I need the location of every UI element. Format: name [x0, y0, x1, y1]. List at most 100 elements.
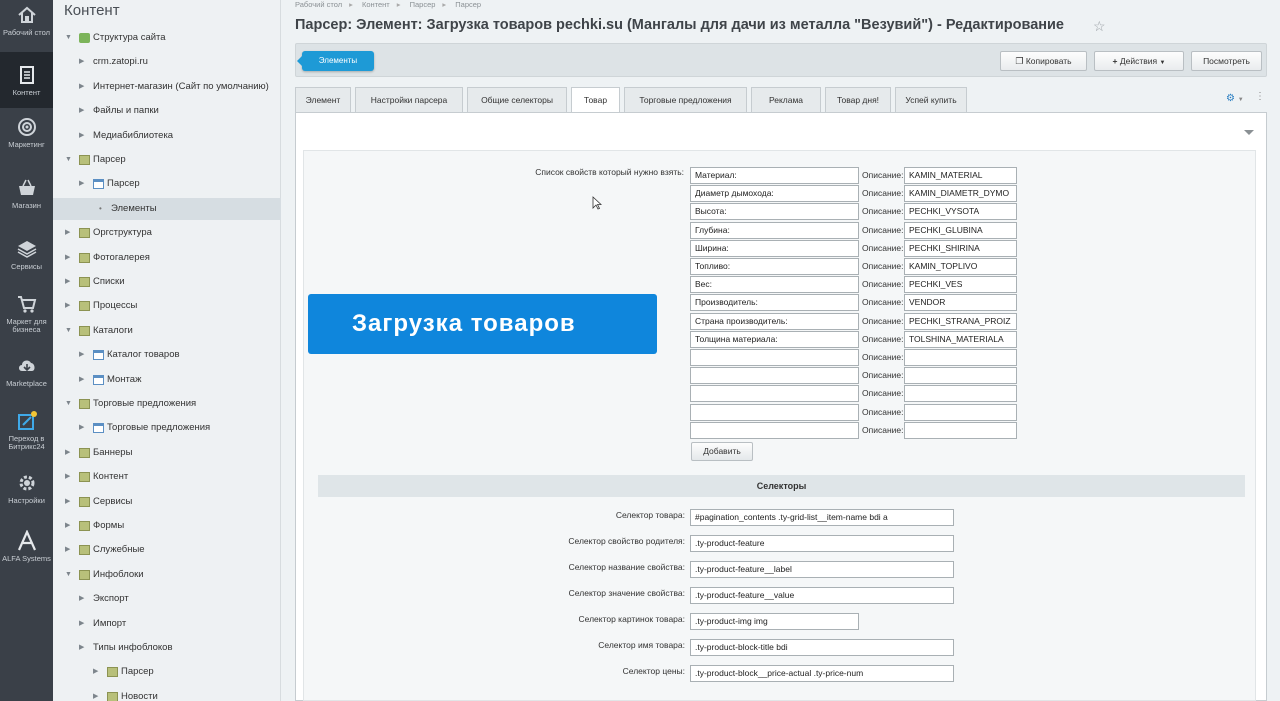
tab-1[interactable]: Настройки парсера	[355, 87, 463, 112]
tree-item[interactable]: ▼ Торговые предложения	[53, 393, 281, 415]
tree-item[interactable]: ▶ Парсер	[53, 661, 281, 683]
tree-item[interactable]: ▶ Новости	[53, 686, 281, 701]
property-name-input[interactable]	[690, 403, 859, 421]
rail-item-alfa[interactable]: ALFA Systems	[0, 530, 53, 578]
rail-item-content[interactable]: Контент	[0, 52, 53, 108]
tab-3[interactable]: Товар	[571, 87, 620, 113]
property-code-input[interactable]	[904, 385, 1017, 403]
add-property-button[interactable]: Добавить	[691, 442, 753, 461]
tree-item[interactable]: ▶ Контент	[53, 466, 281, 488]
breadcrumb-item[interactable]: Контент	[362, 0, 390, 9]
selector-input[interactable]: .ty-product-block__price-actual .ty-pric…	[690, 665, 954, 682]
tab-4[interactable]: Торговые предложения	[624, 87, 747, 112]
tree-item[interactable]: ▼ Парсер	[53, 149, 281, 171]
property-code-input[interactable]: KAMIN_MATERIAL	[904, 167, 1017, 184]
rail-item-shop[interactable]: Магазин	[0, 177, 53, 221]
tree-item[interactable]: ▶ Монтаж	[53, 369, 281, 391]
tree-expand-arrow-icon[interactable]: ▶	[79, 417, 84, 439]
tree-expand-arrow-icon[interactable]: ▶	[79, 344, 84, 366]
tree-item[interactable]: ▼ Каталоги	[53, 320, 281, 342]
actions-button[interactable]: + Действия ▼	[1094, 51, 1184, 71]
tree-expand-arrow-icon[interactable]: ▶	[79, 173, 84, 195]
rail-item-marketing[interactable]: Маркетинг	[0, 116, 53, 160]
collapse-arrow-icon[interactable]	[1244, 130, 1254, 135]
tree-expand-arrow-icon[interactable]: ▼	[65, 27, 72, 49]
property-code-input[interactable]	[904, 367, 1017, 385]
rail-item-marketplace[interactable]: Marketplace	[0, 355, 53, 399]
property-name-input[interactable]	[690, 349, 859, 366]
property-code-input[interactable]: VENDOR	[904, 294, 1017, 312]
tree-expand-arrow-icon[interactable]: ▼	[65, 149, 72, 171]
tree-item[interactable]: ▶ Оргструктура	[53, 222, 281, 244]
tree-item[interactable]: ▶ Каталог товаров	[53, 344, 281, 366]
tree-item[interactable]: ▶ Импорт	[53, 613, 281, 635]
favorite-star-icon[interactable]: ☆	[1093, 18, 1106, 35]
tree-expand-arrow-icon[interactable]: ▶	[79, 76, 84, 98]
property-code-input[interactable]: PECHKI_GLUBINA	[904, 221, 1017, 239]
tree-expand-arrow-icon[interactable]: ▶	[65, 295, 70, 317]
tab-2[interactable]: Общие селекторы	[467, 87, 567, 112]
tab-0[interactable]: Элемент	[295, 87, 351, 112]
breadcrumb-item[interactable]: Рабочий стол	[295, 0, 342, 9]
property-name-input[interactable]	[690, 421, 859, 439]
elements-back-button[interactable]: Элементы	[297, 51, 374, 71]
property-name-input[interactable]: Топливо:	[690, 258, 859, 275]
tab-6[interactable]: Товар дня!	[825, 87, 891, 112]
tree-item[interactable]: ▶ Сервисы	[53, 491, 281, 513]
tree-item[interactable]: ▶ Экспорт	[53, 588, 281, 610]
tree-expand-arrow-icon[interactable]: ▶	[79, 51, 84, 73]
property-name-input[interactable]	[690, 367, 859, 385]
tree-item[interactable]: ▶ crm.zatopi.ru	[53, 51, 281, 73]
property-name-input[interactable]: Высота:	[690, 203, 859, 221]
property-code-input[interactable]: KAMIN_DIAMETR_DYMO	[904, 185, 1017, 203]
tree-item[interactable]: ▶ Формы	[53, 515, 281, 537]
tree-item[interactable]: • Элементы	[53, 197, 281, 220]
property-name-input[interactable]: Производитель:	[690, 294, 859, 312]
selector-input[interactable]: .ty-product-feature	[690, 535, 954, 552]
tree-item[interactable]: ▶ Типы инфоблоков	[53, 637, 281, 659]
tree-expand-arrow-icon[interactable]: ▼	[65, 393, 72, 415]
rail-item-bitrix24[interactable]: Переход в Битрикс24	[0, 410, 53, 464]
tree-expand-arrow-icon[interactable]: ▶	[93, 686, 98, 701]
tree-expand-arrow-icon[interactable]: ▶	[65, 247, 70, 269]
tree-item[interactable]: ▶ Интернет-магазин (Сайт по умолчанию)	[53, 76, 281, 98]
tree-expand-arrow-icon[interactable]: ▶	[65, 539, 70, 561]
tree-expand-arrow-icon[interactable]: ▶	[65, 271, 70, 293]
tree-expand-arrow-icon[interactable]: ▶	[65, 491, 70, 513]
tree-item[interactable]: ▼ Структура сайта	[53, 27, 281, 49]
property-code-input[interactable]: PECHKI_SHIRINA	[904, 239, 1017, 257]
property-code-input[interactable]: PECHKI_STRANA_PROIZ	[904, 312, 1017, 330]
view-button[interactable]: Посмотреть	[1191, 51, 1262, 71]
tree-item[interactable]: ▶ Медиабиблиотека	[53, 125, 281, 147]
property-name-input[interactable]: Материал:	[690, 167, 859, 184]
property-code-input[interactable]	[904, 421, 1017, 439]
selector-input[interactable]: .ty-product-feature__value	[690, 587, 954, 604]
property-code-input[interactable]: PECHKI_VES	[904, 276, 1017, 294]
tree-expand-arrow-icon[interactable]: ▶	[93, 661, 98, 683]
tree-expand-arrow-icon[interactable]: ▶	[65, 515, 70, 537]
tree-expand-arrow-icon[interactable]: ▶	[79, 100, 84, 122]
tree-item[interactable]: ▶ Торговые предложения	[53, 417, 281, 439]
rail-item-market-business[interactable]: Маркет для бизнеса	[0, 293, 53, 343]
property-code-input[interactable]	[904, 403, 1017, 421]
tree-item[interactable]: ▶ Баннеры	[53, 442, 281, 464]
property-code-input[interactable]: PECHKI_VYSOTA	[904, 203, 1017, 221]
tree-expand-arrow-icon[interactable]: ▶	[65, 222, 70, 244]
breadcrumb-item[interactable]: Парсер	[410, 0, 436, 9]
rail-item-settings[interactable]: Настройки	[0, 472, 53, 516]
property-code-input[interactable]	[904, 349, 1017, 366]
tree-expand-arrow-icon[interactable]: ▼	[65, 564, 72, 586]
copy-button[interactable]: ❐ Копировать	[1000, 51, 1087, 71]
tree-item[interactable]: ▶ Парсер	[53, 173, 281, 195]
property-name-input[interactable]: Страна производитель:	[690, 312, 859, 330]
tree-expand-arrow-icon[interactable]: ▶	[79, 588, 84, 610]
tree-item[interactable]: ▶ Фотогалерея	[53, 247, 281, 269]
rail-item-desktop[interactable]: Рабочий стол	[0, 0, 53, 52]
tab-7[interactable]: Успей купить	[895, 87, 967, 112]
tree-item[interactable]: ▶ Файлы и папки	[53, 100, 281, 122]
property-name-input[interactable]	[690, 385, 859, 403]
property-name-input[interactable]: Глубина:	[690, 221, 859, 239]
tree-expand-arrow-icon[interactable]: ▶	[79, 369, 84, 391]
property-code-input[interactable]: TOLSHINA_MATERIALA	[904, 330, 1017, 348]
breadcrumb-item[interactable]: Парсер	[455, 0, 481, 9]
